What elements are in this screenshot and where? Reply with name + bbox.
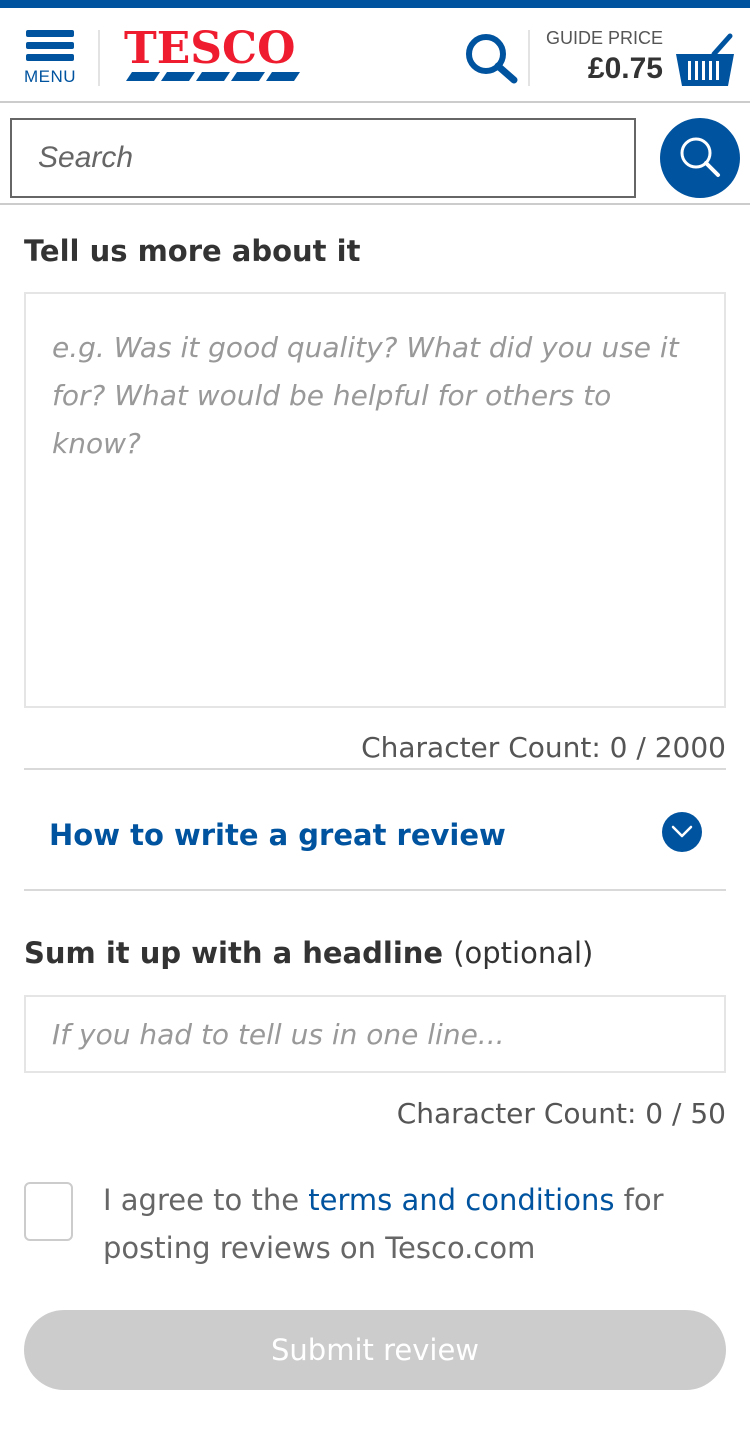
search-icon <box>466 34 518 84</box>
headline-character-count: Character Count: 0 / 50 <box>396 1097 726 1130</box>
submit-review-button[interactable]: Submit review <box>24 1310 726 1390</box>
review-section-title: Tell us more about it <box>24 234 361 268</box>
tesco-logo[interactable]: TESCO <box>124 24 300 86</box>
headline-section-title: Sum it up with a headline (optional) <box>24 936 593 970</box>
top-accent-bar <box>0 0 750 8</box>
how-to-write-review-label: How to write a great review <box>49 818 506 852</box>
logo-stripes <box>126 72 300 81</box>
search-submit-button[interactable] <box>660 118 740 198</box>
site-header: MENU TESCO GUIDE PRICE £0.75 <box>0 8 750 103</box>
headline-title-text: Sum it up with a headline <box>24 936 444 970</box>
search-icon <box>680 137 720 177</box>
terms-checkbox[interactable] <box>24 1182 73 1241</box>
hamburger-menu-icon <box>26 30 74 37</box>
header-divider <box>528 30 530 86</box>
basket-icon <box>676 33 734 86</box>
headline-input[interactable] <box>24 995 726 1073</box>
search-bar <box>0 105 750 205</box>
logo-text: TESCO <box>124 23 296 74</box>
review-textarea[interactable] <box>24 292 726 708</box>
guide-price-label: GUIDE PRICE <box>545 28 663 48</box>
guide-price-value: £0.75 <box>587 52 663 85</box>
header-search-button[interactable] <box>462 30 518 86</box>
optional-label: (optional) <box>453 936 594 970</box>
review-character-count: Character Count: 0 / 2000 <box>361 731 726 764</box>
search-input[interactable] <box>10 118 636 198</box>
basket-button[interactable] <box>674 32 736 90</box>
how-to-write-review-toggle[interactable]: How to write a great review <box>24 770 726 890</box>
menu-button[interactable]: MENU <box>24 30 78 94</box>
terms-agreement-text: I agree to the terms and conditions for … <box>103 1183 664 1265</box>
chevron-down-icon <box>662 812 702 852</box>
divider <box>24 889 726 891</box>
header-divider <box>98 30 100 86</box>
menu-label: MENU <box>24 67 77 86</box>
terms-and-conditions-link[interactable]: terms and conditions <box>308 1183 614 1217</box>
